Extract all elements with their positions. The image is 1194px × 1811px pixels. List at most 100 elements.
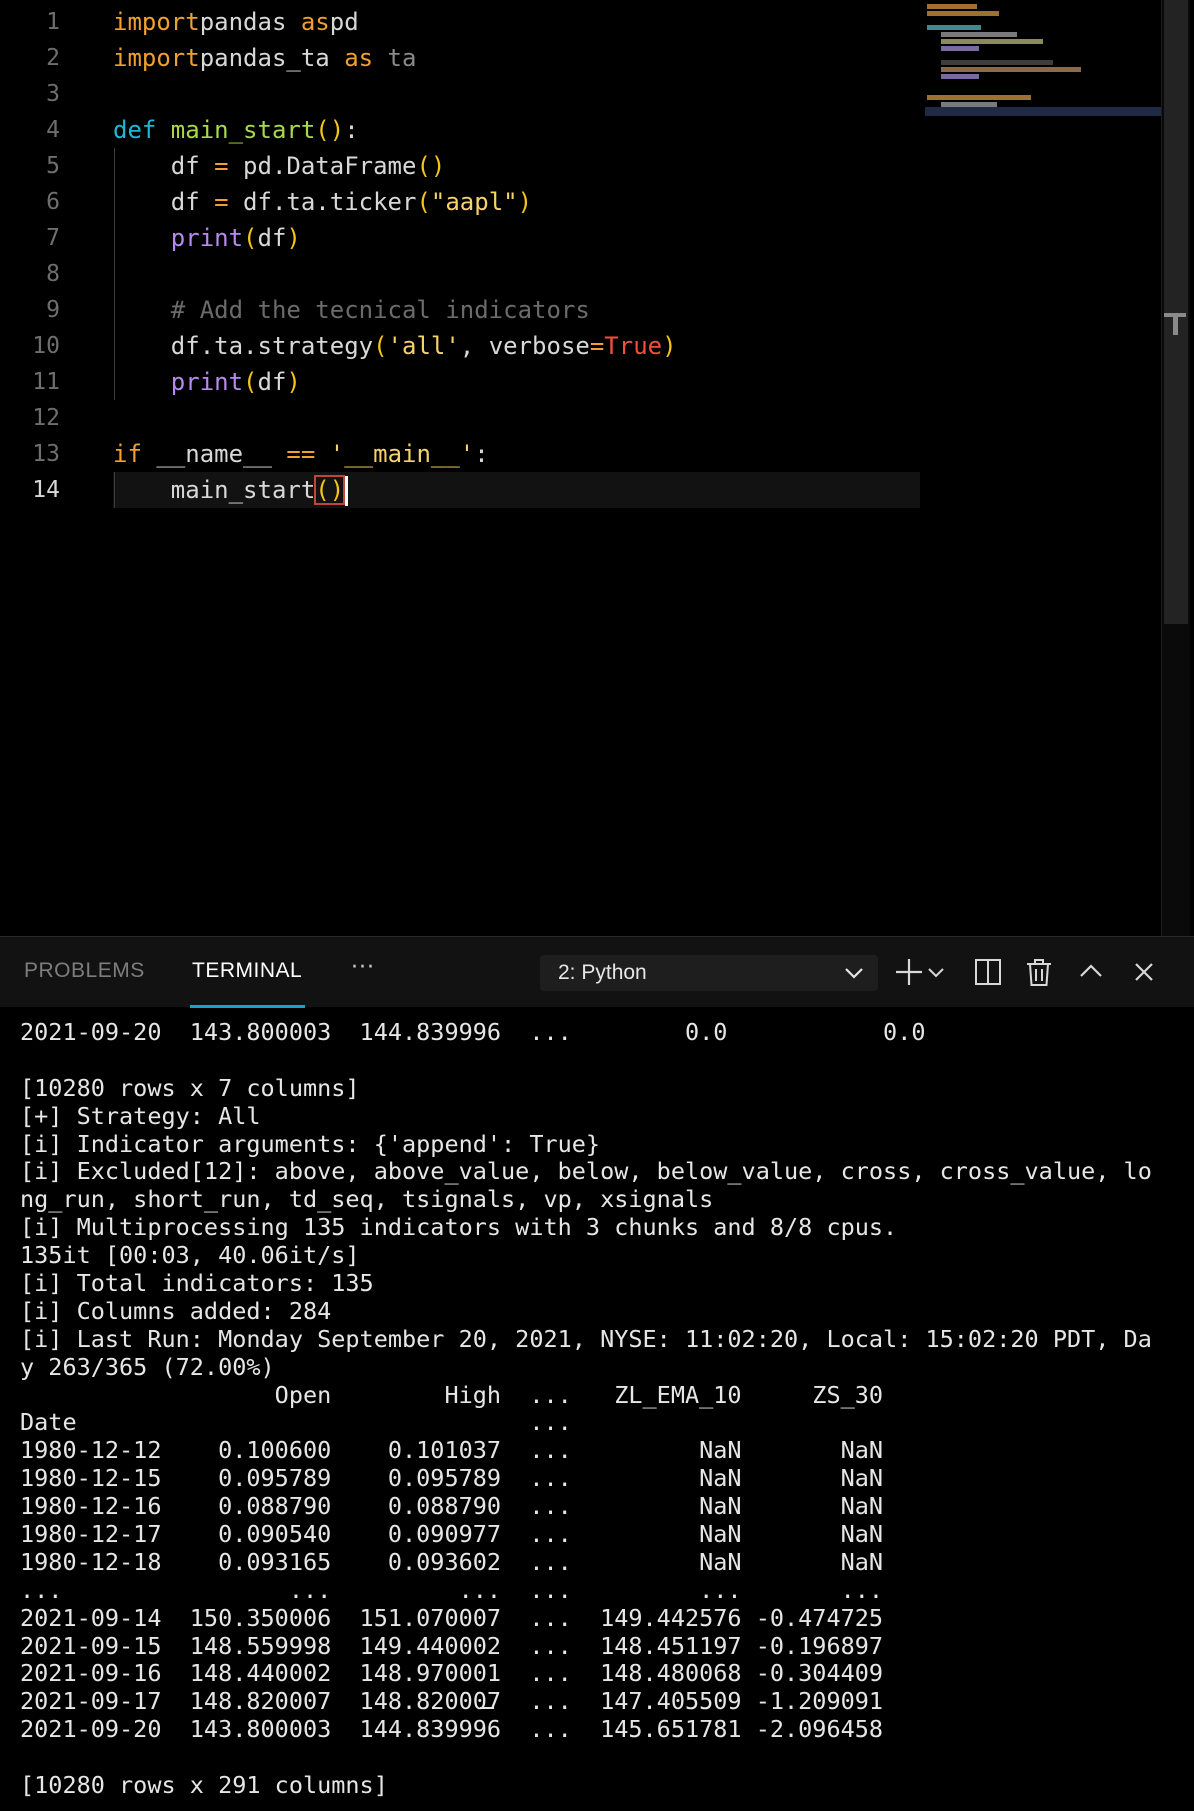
maximize-panel-button[interactable] [1074, 955, 1108, 989]
code-line[interactable]: 8 [0, 256, 920, 292]
line-number: 13 [32, 441, 60, 467]
terminal-line: [i] Multiprocessing 135 indicators with … [20, 1213, 898, 1242]
code-token: ) [286, 368, 301, 396]
code-line[interactable]: 10 df.ta.strategy('all', verbose=True) [0, 328, 920, 364]
code-token: if [113, 440, 142, 468]
code-token: pd [329, 8, 359, 36]
terminal-line: 1980-12-15 0.095789 0.095789 ... NaN NaN [20, 1464, 884, 1493]
code-text[interactable]: importpandas aspd [113, 4, 359, 40]
code-line[interactable]: 2 importpandas_ta as ta [0, 40, 920, 76]
code-text[interactable]: print(df) [113, 364, 301, 400]
code-line[interactable]: 5 df = pd.DataFrame() [0, 148, 920, 184]
chevron-up-icon [1080, 964, 1102, 977]
code-token: __name__ [141, 440, 287, 468]
code-token: pd.DataFrame [228, 152, 417, 180]
code-token: as [300, 8, 330, 36]
code-token: ( [243, 368, 258, 396]
code-token: pandas_ta [199, 44, 345, 72]
terminal-line: 2021-09-17 148.820007 148.820007 ... 147… [20, 1687, 884, 1716]
code-token: = [214, 152, 229, 180]
code-token: == [286, 440, 316, 468]
line-number: 5 [46, 153, 60, 179]
code-token: () [315, 116, 345, 144]
code-line[interactable]: 1 importpandas aspd [0, 4, 920, 40]
code-token: pandas [199, 8, 301, 36]
code-text[interactable]: df = pd.DataFrame() [113, 148, 446, 184]
more-actions-icon[interactable]: ··· [351, 955, 375, 980]
line-number: 6 [46, 189, 60, 215]
scrollbar-thumb[interactable] [1164, 0, 1188, 624]
code-token: def [113, 116, 171, 144]
terminal-line: 2021-09-14 150.350006 151.070007 ... 149… [20, 1603, 884, 1632]
code-line[interactable]: 7 print(df) [0, 220, 920, 256]
code-text[interactable]: # Add the tecnical indicators [113, 292, 590, 328]
code-token: import [113, 44, 200, 72]
code-line[interactable]: 6 df = df.ta.ticker("aapl") [0, 184, 920, 220]
minimap-slider[interactable] [925, 107, 1161, 116]
line-number: 2 [46, 45, 60, 71]
code-line[interactable]: 4 def main_start(): [0, 112, 920, 148]
kill-terminal-button[interactable] [1022, 955, 1056, 989]
terminal-line: [i] Last Run: Monday September 20, 2021,… [20, 1324, 1152, 1353]
code-text[interactable]: df.ta.strategy('all', verbose=True) [113, 328, 677, 364]
code-text[interactable]: importpandas_ta as ta [113, 40, 416, 76]
code-editor[interactable]: 1 importpandas aspd 2 importpandas_ta as ta… [0, 0, 1194, 936]
line-number: 11 [32, 369, 60, 395]
code-token: ta [373, 44, 417, 72]
minimap[interactable] [925, 0, 1161, 130]
chevron-down-icon [845, 968, 863, 979]
code-token: ( [416, 188, 431, 216]
code-line[interactable]: 12 [0, 400, 920, 436]
terminal-line: y 263/365 (72.00%) [20, 1352, 275, 1381]
launch-profile-button[interactable] [926, 955, 946, 989]
line-number: 1 [46, 9, 60, 35]
code-token: import [113, 8, 200, 36]
terminal-line: 1980-12-12 0.100600 0.101037 ... NaN NaN [20, 1436, 884, 1465]
terminal-cursor [480, 1707, 494, 1709]
terminal-line: [i] Columns added: 284 [20, 1296, 332, 1325]
code-line[interactable]: 11 print(df) [0, 364, 920, 400]
tab-problems[interactable]: PROBLEMS [24, 959, 145, 983]
bottom-panel: PROBLEMS TERMINAL ··· 2: Python 2021-09-… [0, 936, 1194, 1811]
terminal-line: [i] Indicator arguments: {'append': True… [20, 1129, 601, 1158]
editor-scrollbar[interactable] [1161, 0, 1190, 936]
code-text[interactable]: main_start() [113, 472, 349, 508]
code-line[interactable]: 9 # Add the tecnical indicators [0, 292, 920, 328]
terminal-line: [i] Excluded[12]: above, above_value, be… [20, 1157, 1152, 1186]
code-text[interactable]: df = df.ta.ticker("aapl") [113, 184, 532, 220]
terminal-line: [10280 rows x 7 columns] [20, 1073, 360, 1102]
code-line[interactable]: 3 [0, 76, 920, 112]
code-token: : [344, 116, 359, 144]
terminal-line: [10280 rows x 291 columns] [20, 1771, 388, 1800]
terminal-select[interactable]: 2: Python [540, 955, 878, 991]
code-token: , verbose [459, 332, 590, 360]
new-terminal-button[interactable] [892, 955, 926, 989]
code-text[interactable]: print(df) [113, 220, 301, 256]
code-token: '__main__' [329, 440, 475, 468]
terminal-line: ... ... ... ... ... ... [20, 1575, 884, 1604]
code-token: ) [286, 224, 301, 252]
code-token: main_start [113, 476, 316, 504]
split-terminal-button[interactable] [971, 955, 1005, 989]
tab-terminal[interactable]: TERMINAL [192, 959, 302, 983]
code-line[interactable]: 13 if __name__ == '__main__': [0, 436, 920, 472]
terminal-line: [+] Strategy: All [20, 1101, 261, 1130]
terminal-line: [i] Total indicators: 135 [20, 1269, 374, 1298]
line-number: 4 [46, 117, 60, 143]
line-number: 8 [46, 261, 60, 287]
terminal-output[interactable]: 2021-09-20 143.800003 144.839996 ... 0.0… [20, 1019, 1180, 1809]
code-token: df [113, 152, 215, 180]
terminal-line: 2021-09-16 148.440002 148.970001 ... 148… [20, 1659, 884, 1688]
code-token: = [214, 188, 229, 216]
code-text[interactable]: if __name__ == '__main__': [113, 436, 489, 472]
code-token: ( [243, 224, 258, 252]
line-number: 14 [32, 477, 60, 503]
code-text[interactable]: def main_start(): [113, 112, 359, 148]
code-line[interactable]: 14 main_start() [0, 472, 920, 508]
code-token: True [604, 332, 663, 360]
terminal-line: Date ... [20, 1408, 884, 1437]
close-panel-button[interactable] [1127, 955, 1161, 989]
code-token: 'all' [387, 332, 460, 360]
